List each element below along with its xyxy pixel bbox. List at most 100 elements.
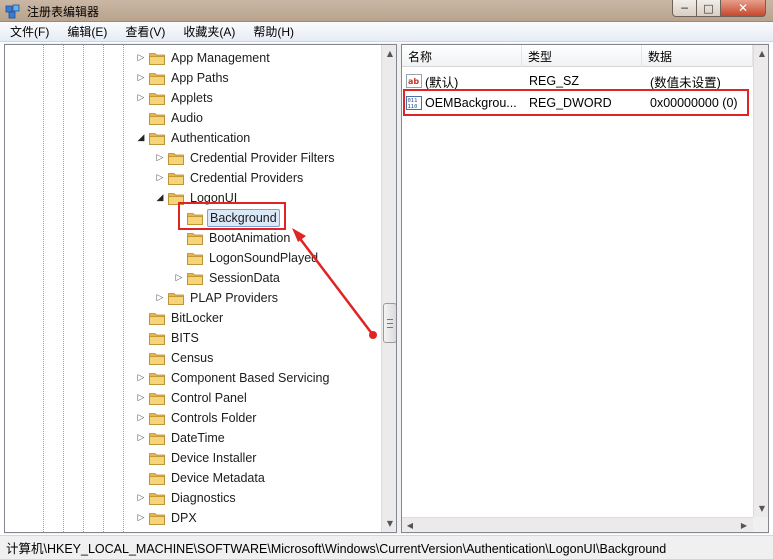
tree-item-label: DPX <box>171 511 197 525</box>
tree-item-bits[interactable]: BITS <box>135 328 201 348</box>
tree-item-datetime[interactable]: ▷ DateTime <box>135 428 227 448</box>
value-data: (数值未设置) <box>650 75 721 90</box>
scroll-left-arrow-icon[interactable]: ◀ <box>402 518 418 532</box>
folder-icon <box>149 451 165 465</box>
expand-arrow-icon[interactable]: ▷ <box>135 372 147 384</box>
tree-item-logonsoundplayed[interactable]: LogonSoundPlayed <box>173 248 320 268</box>
menu-view[interactable]: 查看(V) <box>123 22 167 41</box>
highlight-box-background-key <box>178 202 286 230</box>
tree-item-label: App Paths <box>171 71 229 85</box>
minimize-button[interactable]: ─ <box>672 0 697 17</box>
tree-item-bootanimation[interactable]: BootAnimation <box>173 228 292 248</box>
expand-arrow-icon[interactable]: ▷ <box>135 72 147 84</box>
expand-arrow-icon[interactable]: ▷ <box>173 272 185 284</box>
status-bar: 计算机\HKEY_LOCAL_MACHINE\SOFTWARE\Microsof… <box>0 535 773 559</box>
expand-arrow-icon[interactable]: ▷ <box>135 392 147 404</box>
scroll-up-arrow-icon[interactable]: ▲ <box>382 45 396 62</box>
tree-item-diagnostics[interactable]: ▷ Diagnostics <box>135 488 238 508</box>
expand-arrow-icon[interactable]: ▷ <box>135 92 147 104</box>
folder-icon <box>149 471 165 485</box>
highlight-box-oem-value <box>403 89 749 116</box>
expand-arrow-icon[interactable]: ▷ <box>135 432 147 444</box>
menu-file[interactable]: 文件(F) <box>8 22 51 41</box>
tree-item-plap-providers[interactable]: ▷ PLAP Providers <box>154 288 280 308</box>
expand-arrow-icon[interactable]: ▷ <box>154 172 166 184</box>
scroll-corner <box>753 517 768 532</box>
expand-arrow-icon[interactable]: ▷ <box>154 292 166 304</box>
collapse-arrow-icon[interactable]: ◢ <box>154 192 166 204</box>
scroll-down-arrow-icon[interactable]: ▼ <box>382 515 396 532</box>
tree-item-label: Component Based Servicing <box>171 371 330 385</box>
scroll-thumb[interactable] <box>383 303 396 343</box>
tree-item-dpx[interactable]: ▷ DPX <box>135 508 199 528</box>
column-data[interactable]: 数据 <box>642 45 753 67</box>
tree-item-sessiondata[interactable]: ▷ SessionData <box>173 268 282 288</box>
scroll-right-arrow-icon[interactable]: ▶ <box>736 518 752 532</box>
expand-arrow-icon[interactable]: ▷ <box>135 52 147 64</box>
tree-scrollbar[interactable]: ▲ ▼ <box>381 45 396 532</box>
menu-bar: 文件(F) 编辑(E) 查看(V) 收藏夹(A) 帮助(H) <box>0 22 773 42</box>
scroll-down-arrow-icon[interactable]: ▼ <box>754 500 768 517</box>
folder-icon <box>187 231 203 245</box>
tree-item-app-paths[interactable]: ▷ App Paths <box>135 68 231 88</box>
tree-item-label: Authentication <box>171 131 251 145</box>
tree-item-applets[interactable]: ▷ Applets <box>135 88 215 108</box>
string-value-icon: ab <box>406 74 422 88</box>
folder-icon <box>168 151 184 165</box>
column-type[interactable]: 类型 <box>522 45 642 67</box>
values-pane[interactable]: 名称 类型 数据 ab (默认) REG_SZ (数值未设置) 011 110 … <box>401 44 769 533</box>
tree-item-label: PLAP Providers <box>190 291 279 305</box>
menu-favorites[interactable]: 收藏夹(A) <box>181 22 237 41</box>
value-row[interactable]: ab (默认) REG_SZ (数值未设置) <box>402 71 753 91</box>
tree-guide-line <box>63 45 64 532</box>
tree-item-label: Device Installer <box>171 451 257 465</box>
tree-item-label: SessionData <box>209 271 280 285</box>
tree-item-label: Census <box>171 351 214 365</box>
column-name[interactable]: 名称 <box>402 45 522 67</box>
folder-icon <box>149 371 165 385</box>
tree-item-component-based-servicing[interactable]: ▷ Component Based Servicing <box>135 368 331 388</box>
tree-item-device-installer[interactable]: Device Installer <box>135 448 258 468</box>
expand-arrow-icon[interactable]: ▷ <box>135 512 147 524</box>
tree-item-bitlocker[interactable]: BitLocker <box>135 308 225 328</box>
tree-item-control-panel[interactable]: ▷ Control Panel <box>135 388 249 408</box>
menu-help[interactable]: 帮助(H) <box>251 22 296 41</box>
tree-guide-line <box>83 45 84 532</box>
expand-arrow-icon[interactable]: ▷ <box>154 152 166 164</box>
tree-item-label: Device Metadata <box>171 471 265 485</box>
menu-edit[interactable]: 编辑(E) <box>65 22 109 41</box>
tree-item-controls-folder[interactable]: ▷ Controls Folder <box>135 408 258 428</box>
tree-item-app-management[interactable]: ▷ App Management <box>135 48 272 68</box>
tree-item-census[interactable]: Census <box>135 348 215 368</box>
status-path: 计算机\HKEY_LOCAL_MACHINE\SOFTWARE\Microsof… <box>6 542 667 556</box>
tree-item-audio[interactable]: Audio <box>135 108 205 128</box>
regedit-app-icon <box>5 4 20 19</box>
tree-item-label: Applets <box>171 91 213 105</box>
expand-arrow-icon[interactable]: ▷ <box>135 492 147 504</box>
tree-item-label: Diagnostics <box>171 491 236 505</box>
collapse-arrow-icon[interactable]: ◢ <box>135 132 147 144</box>
tree-item-credential-providers[interactable]: ▷ Credential Providers <box>154 168 305 188</box>
folder-icon <box>149 71 165 85</box>
tree-item-device-metadata[interactable]: Device Metadata <box>135 468 267 488</box>
values-horizontal-scrollbar[interactable]: ◀ ▶ <box>402 517 753 532</box>
maximize-button[interactable]: □ <box>696 0 721 17</box>
tree-item-credential-provider-filters[interactable]: ▷ Credential Provider Filters <box>154 148 337 168</box>
tree-item-label: BootAnimation <box>209 231 291 245</box>
folder-icon <box>168 291 184 305</box>
tree-guide-line <box>123 45 124 532</box>
key-tree-pane[interactable]: ▷ App Management ▷ App Paths ▷ Applets Audio ◢ A… <box>4 44 397 533</box>
tree-item-authentication[interactable]: ◢ Authentication <box>135 128 252 148</box>
expand-arrow-icon[interactable]: ▷ <box>135 412 147 424</box>
svg-text:ab: ab <box>408 77 419 86</box>
values-scrollbar[interactable]: ▲ ▼ <box>753 45 768 517</box>
folder-icon <box>149 111 165 125</box>
close-button[interactable]: ✕ <box>720 0 766 17</box>
scroll-up-arrow-icon[interactable]: ▲ <box>754 45 768 62</box>
folder-icon <box>149 331 165 345</box>
